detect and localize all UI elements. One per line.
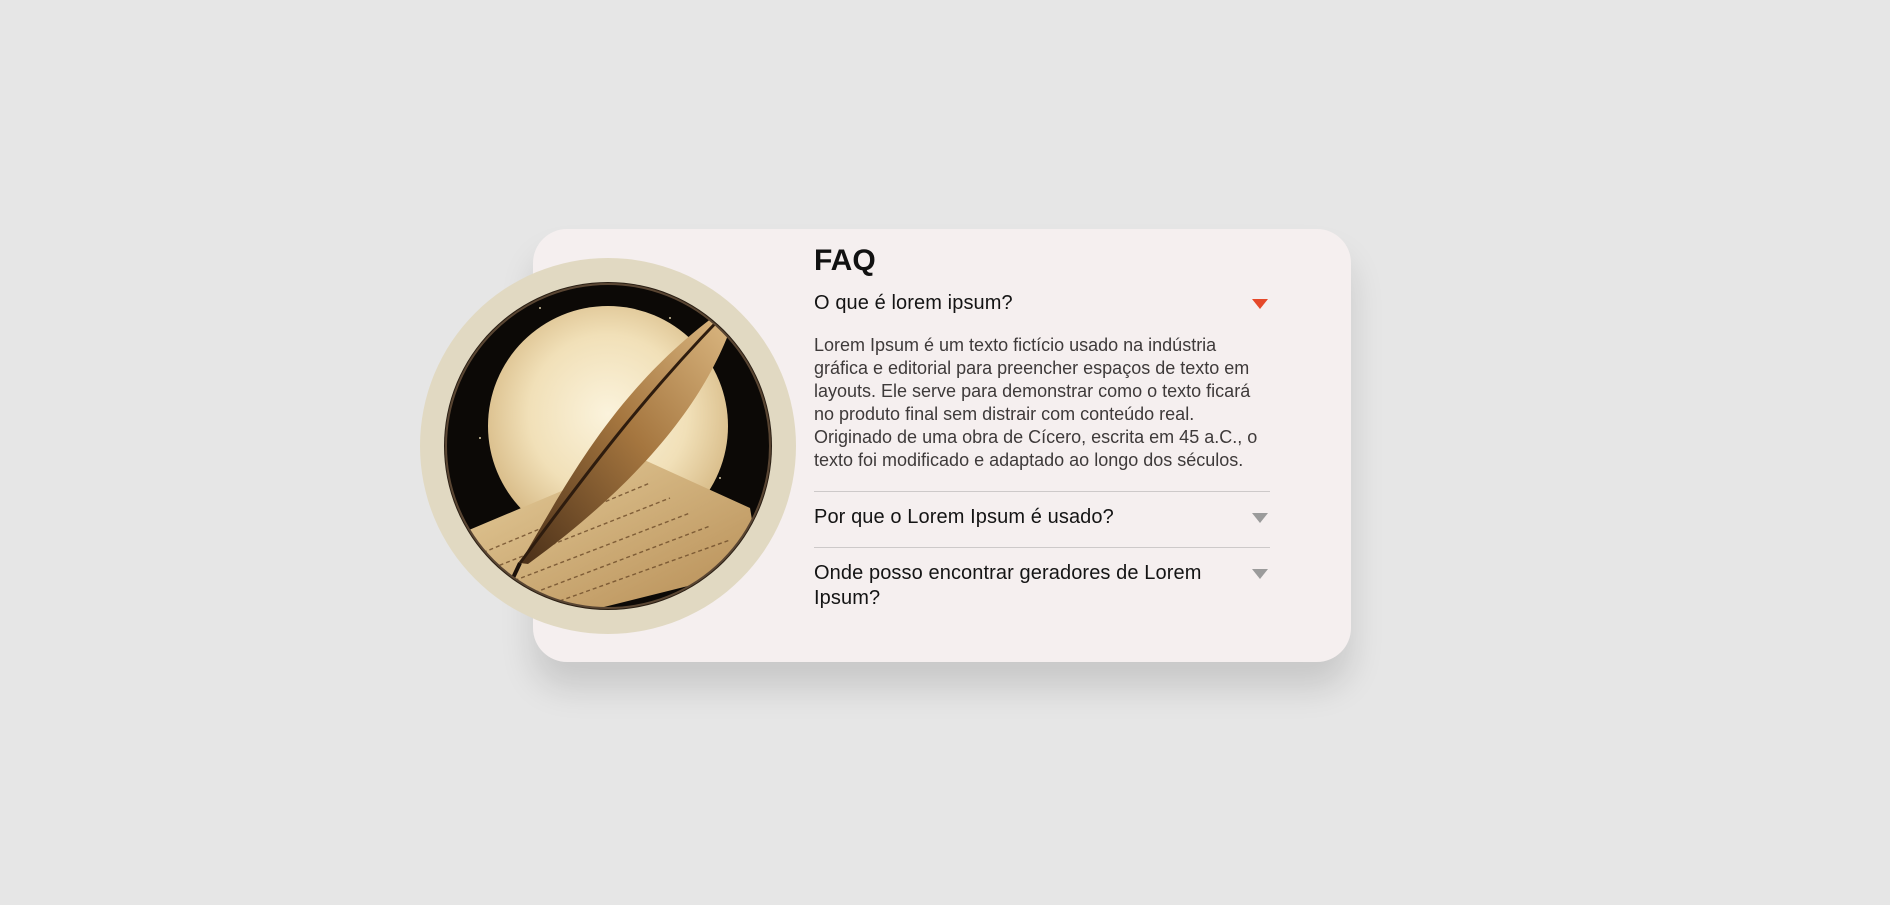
faq-question-toggle[interactable]: Por que o Lorem Ipsum é usado? [814,505,1270,530]
faq-item: O que é lorem ipsum? Lorem Ipsum é um te… [814,291,1270,492]
faq-title: FAQ [814,244,876,277]
faq-section: FAQ O que é lorem ipsum? Lorem Ipsum é u… [814,244,1270,611]
quill-and-parchment-image [420,258,796,634]
caret-down-icon [1252,299,1268,309]
faq-item: Onde posso encontrar geradores de Lorem … [814,548,1270,611]
page: FAQ O que é lorem ipsum? Lorem Ipsum é u… [0,0,1890,905]
faq-question: Por que o Lorem Ipsum é usado? [814,506,1114,528]
caret-down-icon [1252,569,1268,579]
caret-down-icon [1252,513,1268,523]
faq-item: Por que o Lorem Ipsum é usado? [814,492,1270,548]
faq-answer: Lorem Ipsum é um texto fictício usado na… [814,335,1258,470]
quill-illustration [420,258,796,634]
faq-question-toggle[interactable]: O que é lorem ipsum? [814,291,1270,316]
faq-question: Onde posso encontrar geradores de Lorem … [814,562,1202,609]
faq-question-toggle[interactable]: Onde posso encontrar geradores de Lorem … [814,561,1270,611]
faq-question: O que é lorem ipsum? [814,292,1013,314]
